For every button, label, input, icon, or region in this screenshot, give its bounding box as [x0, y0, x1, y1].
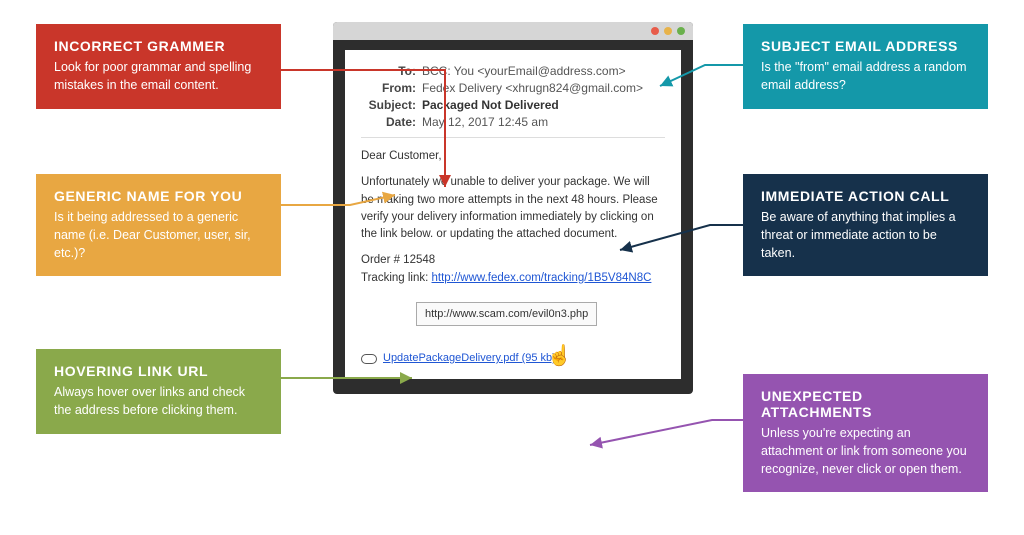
- email-card: To: BCC: You <yourEmail@address.com> Fro…: [345, 50, 681, 379]
- callout-text: Always hover over links and check the ad…: [54, 384, 263, 420]
- callout-text: Unless you're expecting an attachment or…: [761, 425, 970, 478]
- callout-text: Is it being addressed to a generic name …: [54, 209, 263, 262]
- callout-subject-address: SUBJECT EMAIL ADDRESS Is the "from" emai…: [743, 24, 988, 109]
- email-greeting: Dear Customer,: [361, 148, 665, 165]
- callout-title: UNEXPECTED ATTACHMENTS: [761, 388, 970, 420]
- callout-text: Is the "from" email address a random ema…: [761, 59, 970, 95]
- callout-title: IMMEDIATE ACTION CALL: [761, 188, 970, 204]
- callout-title: HOVERING LINK URL: [54, 363, 263, 379]
- callout-hovering-link: HOVERING LINK URL Always hover over link…: [36, 349, 281, 434]
- window-minimize-icon: [664, 27, 672, 35]
- callout-title: SUBJECT EMAIL ADDRESS: [761, 38, 970, 54]
- callout-immediate-action: IMMEDIATE ACTION CALL Be aware of anythi…: [743, 174, 988, 276]
- from-value: Fedex Delivery <xhrugn824@gmail.com>: [422, 81, 643, 95]
- subject-value: Packaged Not Delivered: [422, 98, 559, 112]
- window-title-bar: [333, 22, 693, 40]
- callout-generic-name: GENERIC NAME FOR YOU Is it being address…: [36, 174, 281, 276]
- email-window: To: BCC: You <yourEmail@address.com> Fro…: [333, 22, 693, 394]
- date-value: May 12, 2017 12:45 am: [422, 115, 548, 129]
- tracking-prefix: Tracking link:: [361, 272, 432, 284]
- callout-title: GENERIC NAME FOR YOU: [54, 188, 263, 204]
- order-number: Order # 12548: [361, 254, 435, 266]
- attachment-link[interactable]: UpdatePackageDelivery.pdf (95 kb): [383, 350, 556, 367]
- from-label: From:: [361, 81, 416, 95]
- date-label: Date:: [361, 115, 416, 129]
- attachment-row[interactable]: UpdatePackageDelivery.pdf (95 kb): [361, 350, 665, 367]
- window-close-icon: [651, 27, 659, 35]
- subject-label: Subject:: [361, 98, 416, 112]
- email-body-paragraph: Unfortunately we unable to deliver your …: [361, 174, 665, 243]
- to-value: BCC: You <yourEmail@address.com>: [422, 64, 626, 78]
- callout-title: INCORRECT GRAMMER: [54, 38, 263, 54]
- paperclip-icon: [361, 354, 377, 364]
- callout-text: Be aware of anything that implies a thre…: [761, 209, 970, 262]
- hover-url-tooltip: http://www.scam.com/evil0n3.php: [416, 302, 597, 327]
- window-maximize-icon: [677, 27, 685, 35]
- callout-unexpected-attachments: UNEXPECTED ATTACHMENTS Unless you're exp…: [743, 374, 988, 492]
- callout-incorrect-grammar: INCORRECT GRAMMER Look for poor grammar …: [36, 24, 281, 109]
- tracking-link[interactable]: http://www.fedex.com/tracking/1B5V84N8C: [432, 272, 652, 284]
- to-label: To:: [361, 64, 416, 78]
- callout-text: Look for poor grammar and spelling mista…: [54, 59, 263, 95]
